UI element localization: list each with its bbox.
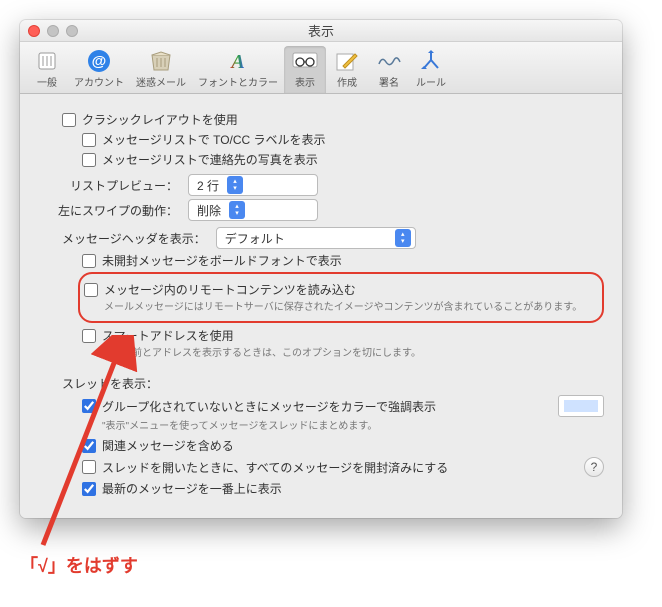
label-contact-photos: メッセージリストで連絡先の写真を表示 xyxy=(102,151,318,168)
label-newest-top: 最新のメッセージを一番上に表示 xyxy=(102,480,282,497)
checkbox-include-related[interactable] xyxy=(82,439,96,453)
tab-rules[interactable]: ルール xyxy=(410,46,452,93)
tab-label: 表示 xyxy=(295,74,315,89)
toolbar: 一般 @ アカウント 迷惑メール A フォントとカラー 表示 xyxy=(20,42,622,94)
label-threading: スレッドを表示： xyxy=(62,375,158,392)
tab-label: 作成 xyxy=(337,74,357,89)
titlebar: 表示 xyxy=(20,20,622,42)
svg-text:A: A xyxy=(229,51,244,72)
tab-label: 一般 xyxy=(37,74,57,89)
question-icon: ? xyxy=(591,460,598,474)
tab-fonts[interactable]: A フォントとカラー xyxy=(192,46,284,93)
label-show-header: メッセージヘッダを表示： xyxy=(38,230,216,247)
font-icon: A xyxy=(224,48,252,74)
checkbox-load-remote[interactable] xyxy=(84,283,98,297)
select-header[interactable]: デフォルト xyxy=(216,227,416,249)
select-value: 削除 xyxy=(197,202,221,219)
svg-text:@: @ xyxy=(92,53,107,70)
color-well[interactable] xyxy=(558,395,604,417)
checkbox-tocc[interactable] xyxy=(82,133,96,147)
tab-accounts[interactable]: @ アカウント xyxy=(68,46,130,93)
help-button[interactable]: ? xyxy=(584,457,604,477)
label-classic-layout: クラシックレイアウトを使用 xyxy=(82,111,238,128)
checkbox-contact-photos[interactable] xyxy=(82,153,96,167)
compose-icon xyxy=(333,48,361,74)
label-bold-unread: 未開封メッセージをボールドフォントで表示 xyxy=(102,252,342,269)
annotation-highlight: メッセージ内のリモートコンテンツを読み込む メールメッセージにはリモートサーバに… xyxy=(78,272,604,323)
label-highlight-color: グループ化されていないときにメッセージをカラーで強調表示 xyxy=(102,398,436,415)
label-tocc: メッセージリストで TO/CC ラベルを表示 xyxy=(102,131,326,148)
label-swipe: 左にスワイプの動作： xyxy=(38,202,188,219)
tab-label: 迷惑メール xyxy=(136,74,186,89)
tab-junk[interactable]: 迷惑メール xyxy=(130,46,192,93)
select-list-preview[interactable]: 2 行 xyxy=(188,174,318,196)
annotation-text: 「√」をはずす xyxy=(20,552,138,578)
tab-label: ルール xyxy=(416,74,446,89)
select-value: デフォルト xyxy=(225,230,285,247)
tab-label: フォントとカラー xyxy=(198,74,278,89)
chevron-updown-icon xyxy=(229,201,245,219)
glasses-icon xyxy=(291,48,319,74)
signature-icon xyxy=(375,48,403,74)
tab-label: アカウント xyxy=(74,74,124,89)
slider-icon xyxy=(33,48,61,74)
window-title: 表示 xyxy=(20,21,622,40)
tab-signatures[interactable]: 署名 xyxy=(368,46,410,93)
content-pane: クラシックレイアウトを使用 メッセージリストで TO/CC ラベルを表示 メッセ… xyxy=(20,94,622,518)
label-mark-read: スレッドを開いたときに、すべてのメッセージを開封済みにする xyxy=(102,459,448,476)
label-load-remote: メッセージ内のリモートコンテンツを読み込む xyxy=(104,281,356,298)
label-list-preview: リストプレビュー： xyxy=(38,177,188,194)
color-swatch-inner xyxy=(564,400,598,412)
checkbox-classic-layout[interactable] xyxy=(62,113,76,127)
select-value: 2 行 xyxy=(197,177,219,194)
subtext-load-remote: メールメッセージにはリモートサーバに保存されたイメージやコンテンツが含まれている… xyxy=(84,301,594,315)
label-include-related: 関連メッセージを含める xyxy=(102,437,234,454)
label-smart-address: スマートアドレスを使用 xyxy=(102,327,234,344)
checkbox-smart-address[interactable] xyxy=(82,329,96,343)
select-swipe[interactable]: 削除 xyxy=(188,199,318,221)
checkbox-bold-unread[interactable] xyxy=(82,254,96,268)
tab-viewing[interactable]: 表示 xyxy=(284,46,326,93)
preferences-window: 表示 一般 @ アカウント 迷惑メール A フォントとカラー xyxy=(20,20,622,518)
chevron-updown-icon xyxy=(395,229,411,247)
tab-general[interactable]: 一般 xyxy=(26,46,68,93)
trash-icon xyxy=(147,48,175,74)
subtext-smart-address: 常に名前とアドレスを表示するときは、このオプションを切にします。 xyxy=(82,347,604,361)
at-icon: @ xyxy=(85,48,113,74)
subtext-highlight: "表示"メニューを使ってメッセージをスレッドにまとめます。 xyxy=(82,420,604,434)
rules-icon xyxy=(417,48,445,74)
chevron-updown-icon xyxy=(227,176,243,194)
checkbox-newest-top[interactable] xyxy=(82,482,96,496)
tab-composing[interactable]: 作成 xyxy=(326,46,368,93)
tab-label: 署名 xyxy=(379,74,399,89)
checkbox-highlight-color[interactable] xyxy=(82,399,96,413)
checkbox-mark-read[interactable] xyxy=(82,460,96,474)
